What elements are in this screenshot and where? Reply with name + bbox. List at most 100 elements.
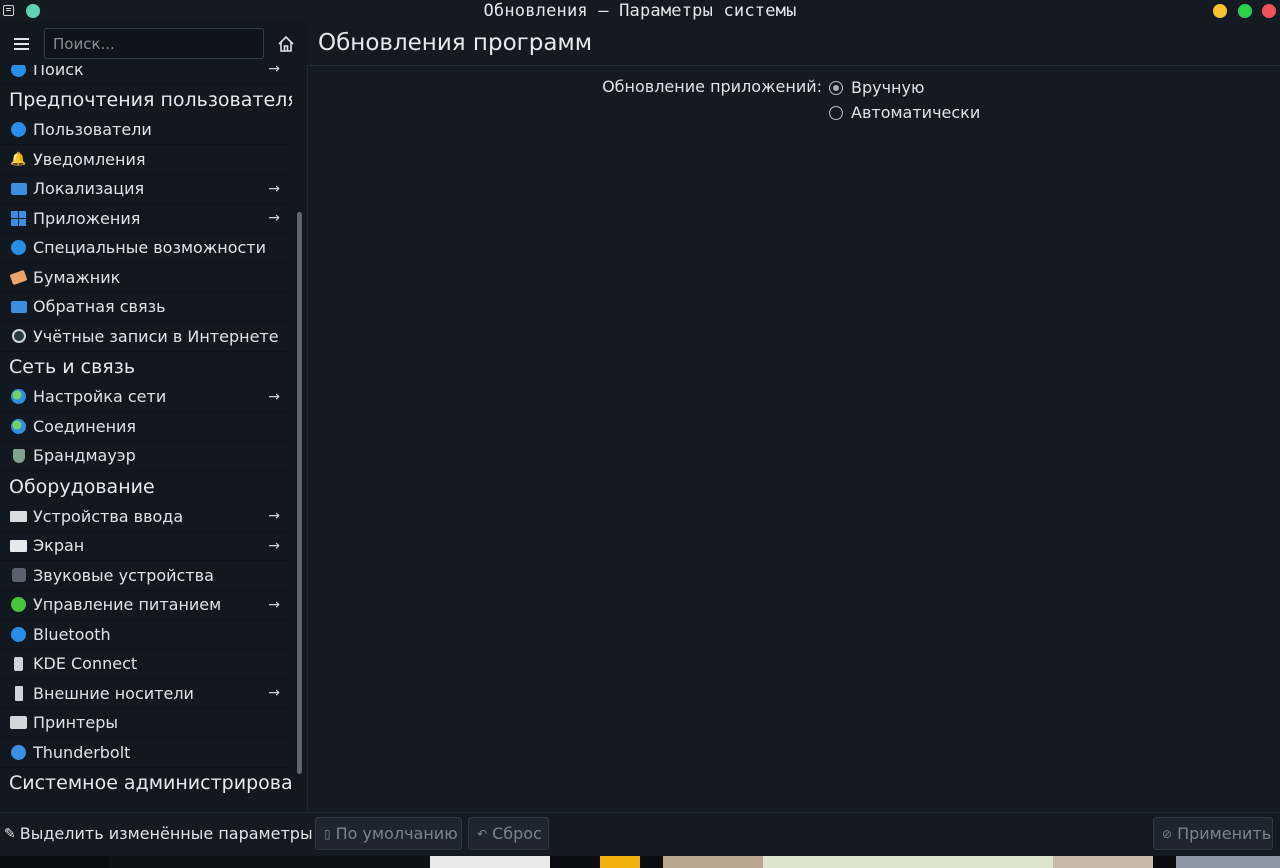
users-icon [10,121,27,138]
sidebar-header [0,22,308,65]
power-icon [10,596,27,613]
sidebar-item-label: Настройка сети [33,387,167,407]
arrow-right-icon: → [268,388,280,405]
audio-icon [10,567,27,584]
sidebar-item-label: Локализация [33,179,145,199]
sidebar-item-online-accounts[interactable]: Учётные записи в Интернете [0,322,292,352]
window-title: Обновления — Параметры системы [483,1,797,21]
online-accounts-icon [10,328,27,345]
radio-selected-icon[interactable] [829,80,843,95]
sidebar-item-accessibility[interactable]: Специальные возможности [0,234,292,263]
pencil-icon: ✎ [4,825,16,842]
close-button[interactable] [1262,4,1276,18]
sidebar-item-label: Принтеры [33,713,118,733]
desktop-background-strip [0,856,1280,868]
sidebar-item-power[interactable]: Управление питанием → [0,591,292,620]
home-icon[interactable] [276,35,296,53]
sidebar-item-users[interactable]: Пользователи [0,116,292,145]
sidebar-item-label: Соединения [33,416,137,436]
sidebar-item-applications[interactable]: Приложения → [0,204,292,234]
highlight-label: Выделить изменённые параметры [19,824,313,843]
sidebar-item-label: Приложения [33,208,141,228]
sidebar-item-removable-storage[interactable]: Внешние носители → [0,679,292,709]
sidebar-item-localization[interactable]: Локализация → [0,175,292,204]
arrow-right-icon: → [268,508,280,525]
sidebar-item-label: Поиск [33,65,84,79]
sidebar-item-label: Thunderbolt [33,742,131,762]
section-header: Сеть и связь [9,356,136,378]
apply-label: Применить [1177,824,1272,843]
sidebar-item-label: Звуковые устройства [33,565,214,585]
radio-manual[interactable]: Вручную [829,78,924,97]
arrow-right-icon: → [268,210,280,227]
sidebar-item-network[interactable]: Настройка сети → [0,383,292,412]
hamburger-menu-icon[interactable] [14,38,29,40]
defaults-button[interactable]: ▯ По умолчанию [315,817,462,850]
title-bar: Обновления — Параметры системы [0,0,1280,22]
sidebar-item-kde-connect[interactable]: KDE Connect [0,650,292,679]
sidebar-item-label: Учётные записи в Интернете [33,326,279,346]
applications-icon [10,210,27,227]
section-header: Оборудование [9,475,155,498]
connections-icon [10,418,27,435]
search-input[interactable] [44,28,264,59]
radio-unselected-icon[interactable] [829,105,843,120]
arrow-right-icon: → [268,65,280,78]
arrow-right-icon: → [268,596,280,613]
sidebar-list[interactable]: Поиск → Предпочтения пользователя Пользо… [0,65,292,812]
sidebar-item-search[interactable]: Поиск → [0,65,292,85]
search-icon [10,65,27,78]
check-circle-icon: ⊘ [1162,826,1173,841]
sidebar-item-label: Уведомления [33,149,146,169]
sidebar-item-thunderbolt[interactable]: Thunderbolt [0,738,292,768]
defaults-label: По умолчанию [335,824,458,843]
radio-automatic[interactable]: Автоматически [829,103,980,122]
sidebar-item-notifications[interactable]: 🔔 Уведомления [0,145,292,175]
kde-connect-icon [10,655,27,672]
sidebar-item-label: Внешние носители [33,683,194,703]
section-header: Предпочтения пользователя [9,89,292,111]
firewall-icon [10,447,27,464]
sidebar-item-firewall[interactable]: Брандмауэр [0,442,292,471]
maximize-button[interactable] [1238,4,1252,18]
sidebar-item-connections[interactable]: Соединения [0,412,292,442]
sidebar-item-label: Экран [33,536,85,556]
feedback-icon [10,298,27,315]
sidebar-item-bluetooth[interactable]: Bluetooth [0,620,292,650]
sidebar-item-label: Управление питанием [33,595,222,615]
main-content: Обновления программ Обновление приложени… [309,22,1280,812]
document-icon: ▯ [324,826,331,841]
input-devices-icon [10,508,27,525]
sidebar-item-display[interactable]: Экран → [0,532,292,561]
sidebar-item-label: Специальные возможности [33,238,267,258]
apply-button[interactable]: ⊘ Применить [1153,817,1273,850]
sidebar-item-wallet[interactable]: Бумажник [0,263,292,293]
sidebar-scrollbar[interactable] [297,212,302,774]
sidebar-item-input-devices[interactable]: Устройства ввода → [0,502,292,532]
title-divider [309,65,1280,66]
highlight-changed-settings-button[interactable]: ✎ Выделить изменённые параметры [4,824,313,843]
sidebar-item-audio[interactable]: Звуковые устройства [0,561,292,591]
localization-icon [10,180,27,197]
sidebar-item-label: Bluetooth [33,624,111,644]
wallet-icon [9,269,28,286]
removable-storage-icon [10,685,27,702]
arrow-right-icon: → [268,685,280,702]
reset-button[interactable]: ↶ Сброс [468,817,549,850]
sidebar-item-printers[interactable]: Принтеры [0,709,292,738]
page-title: Обновления программ [318,30,593,56]
sidebar-item-feedback[interactable]: Обратная связь [0,293,292,322]
arrow-right-icon: → [268,537,280,554]
bluetooth-icon [10,626,27,643]
update-option-label: Обновление приложений: [602,77,822,96]
sidebar-item-label: Брандмауэр [33,446,136,466]
bell-icon: 🔔 [10,151,27,167]
sidebar-item-label: Пользователи [33,120,152,140]
undo-icon: ↶ [477,826,488,841]
sidebar-item-label: Бумажник [33,267,121,287]
minimize-button[interactable] [1213,4,1227,18]
network-icon [10,388,27,405]
display-icon [10,537,27,554]
sidebar: Поиск → Предпочтения пользователя Пользо… [0,22,308,812]
thunderbolt-icon [10,744,27,761]
